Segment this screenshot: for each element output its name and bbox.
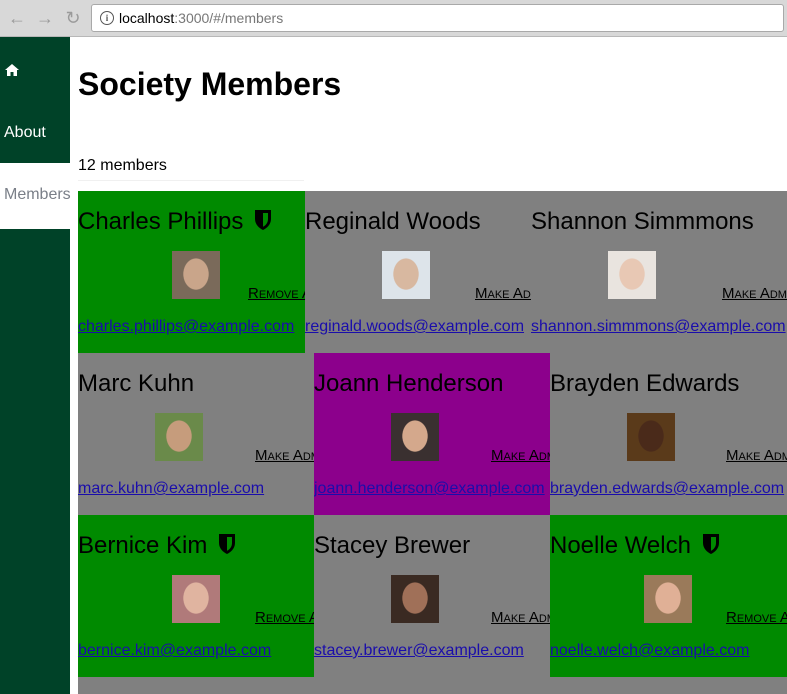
divider	[78, 180, 304, 181]
member-email-link[interactable]: joann.henderson@example.com	[314, 480, 545, 498]
sidebar: About Members	[0, 37, 71, 694]
info-icon[interactable]: i	[100, 11, 114, 25]
member-count: 12 members	[78, 157, 167, 174]
member-card: Stacey Brewer Make Admin stacey.brewer@exa…	[314, 515, 550, 677]
member-avatar	[608, 251, 656, 299]
url-text: localhost:3000/#/members	[119, 10, 283, 26]
member-avatar	[644, 575, 692, 623]
admin-shield-icon	[702, 534, 719, 555]
member-name-row: Stacey Brewer	[314, 532, 470, 560]
member-name: Noelle Welch	[550, 532, 691, 559]
make-admin-button[interactable]: Make Admin	[255, 447, 314, 464]
member-name: Brayden Edwards	[550, 370, 740, 397]
member-name-row: Shannon Simmmons	[531, 208, 754, 236]
member-email-link[interactable]: stacey.brewer@example.com	[314, 642, 524, 660]
member-card: Noelle Welch Remove Admin noelle.welch@exa…	[550, 515, 787, 677]
member-name-row: Noelle Welch	[550, 532, 721, 560]
member-name: Marc Kuhn	[78, 370, 195, 397]
member-email-link[interactable]: marc.kuhn@example.com	[78, 480, 264, 498]
member-name: Charles Phillips	[78, 208, 244, 235]
home-icon	[5, 64, 19, 76]
remove-admin-button[interactable]: Remove Admin	[255, 609, 314, 626]
sidebar-item-members-label: Members	[4, 186, 71, 203]
admin-shield-icon	[219, 534, 236, 555]
sidebar-item-members[interactable]: Members	[0, 163, 71, 229]
member-name: Shannon Simmmons	[531, 208, 754, 235]
member-name-row: Charles Phillips	[78, 208, 273, 236]
page-title: Society Members	[78, 66, 342, 102]
member-card: Marc Kuhn Make Admin marc.kuhn@example.com	[78, 353, 314, 515]
back-arrow-icon[interactable]: ←	[7, 8, 27, 28]
make-admin-button[interactable]: Make Admin	[722, 285, 787, 302]
member-avatar	[172, 251, 220, 299]
reload-icon[interactable]: ↻	[63, 8, 83, 28]
make-admin-button[interactable]: Make Admin	[475, 285, 531, 302]
address-bar[interactable]: i localhost:3000/#/members	[91, 4, 784, 32]
member-name-row: Joann Henderson	[314, 370, 503, 398]
member-email-link[interactable]: brayden.edwards@example.com	[550, 480, 784, 498]
member-avatar	[627, 413, 675, 461]
admin-shield-icon	[255, 210, 272, 231]
member-email-link[interactable]: charles.phillips@example.com	[78, 318, 294, 336]
member-email-link[interactable]: reginald.woods@example.com	[305, 318, 524, 336]
url-host: localhost	[119, 10, 175, 26]
member-name-row: Brayden Edwards	[550, 370, 739, 398]
sidebar-item-about-label: About	[4, 124, 46, 141]
url-path: :3000/#/members	[174, 10, 284, 26]
member-name-row: Reginald Woods	[305, 208, 481, 236]
member-name: Joann Henderson	[314, 370, 504, 397]
member-name-row: Bernice Kim	[78, 532, 237, 560]
make-admin-button[interactable]: Make Admin	[726, 447, 787, 464]
member-email-link[interactable]: noelle.welch@example.com	[550, 642, 749, 660]
member-name: Stacey Brewer	[314, 532, 471, 559]
member-card: Reginald Woods Make Admin reginald.woods@e…	[305, 191, 531, 353]
member-card: Brayden Edwards Make Admin brayden.edwards…	[550, 353, 787, 515]
make-admin-button[interactable]: Make Admin	[491, 447, 550, 464]
member-avatar	[391, 575, 439, 623]
remove-admin-button[interactable]: Remove Admin	[248, 285, 305, 302]
member-name: Bernice Kim	[78, 532, 208, 559]
member-avatar	[155, 413, 203, 461]
sidebar-item-home[interactable]	[0, 37, 70, 103]
member-avatar	[172, 575, 220, 623]
member-avatar	[391, 413, 439, 461]
member-card: Shannon Simmmons Make Admin shannon.simmmo…	[531, 191, 787, 353]
member-card: Charles Phillips Remove Admin charles.phil…	[78, 191, 305, 353]
member-email-link[interactable]: bernice.kim@example.com	[78, 642, 271, 660]
member-name-row: Marc Kuhn	[78, 370, 194, 398]
member-card: Joann Henderson Make Admin joann.henderson…	[314, 353, 550, 515]
remove-admin-button[interactable]: Remove Admin	[726, 609, 787, 626]
member-card: Bernice Kim Remove Admin bernice.kim@examp…	[78, 515, 314, 677]
sidebar-item-about[interactable]: About	[0, 103, 70, 163]
member-avatar	[382, 251, 430, 299]
forward-arrow-icon[interactable]: →	[35, 8, 55, 28]
member-email-link[interactable]: shannon.simmmons@example.com	[531, 318, 786, 336]
browser-toolbar: ← → ↻ i localhost:3000/#/members	[0, 0, 787, 37]
make-admin-button[interactable]: Make Admin	[491, 609, 550, 626]
member-name: Reginald Woods	[305, 208, 481, 235]
